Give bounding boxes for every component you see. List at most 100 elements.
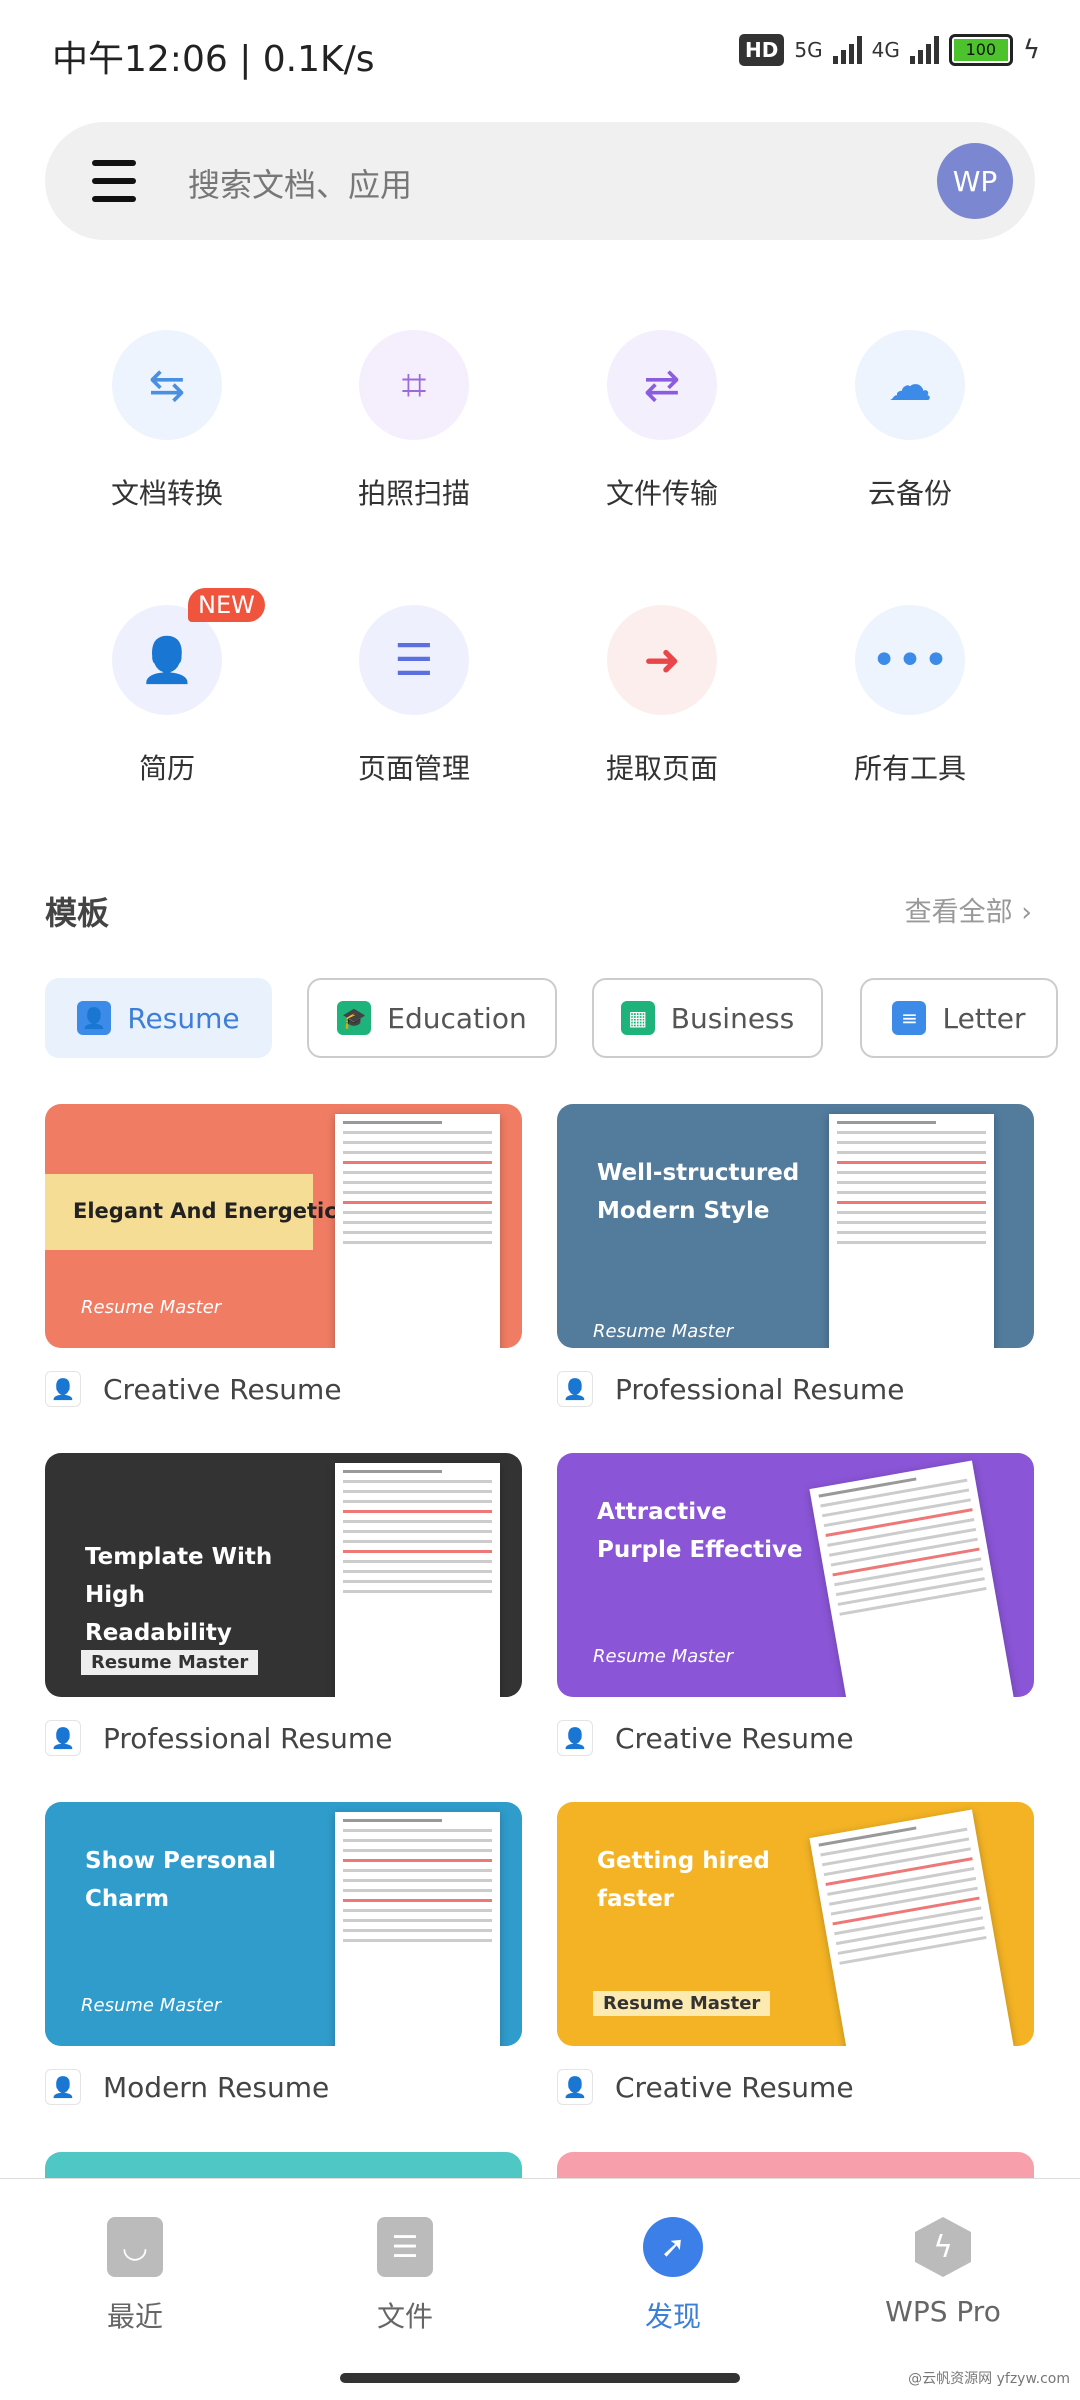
template-name[interactable]: 👤 Modern Resume [45,2069,329,2105]
compass-icon: ➚ [643,2217,703,2277]
search-input[interactable]: 搜索文档、应用 [188,160,412,206]
net-4g: 4G [871,38,900,62]
tool-label: 提取页面 [605,752,718,785]
tool-label: 文档转换 [110,477,223,510]
card-headline: Well-structured Modern Style [597,1160,800,1224]
menu-icon[interactable] [92,160,136,214]
resume-preview [335,1114,500,1348]
template-name-label: Creative Resume [103,1372,342,1406]
new-badge: NEW [188,588,265,622]
template-card[interactable]: Well-structured Modern Style Resume Maste… [557,1104,1034,1348]
card-headline: Elegant And Energetic [73,1199,337,1223]
battery-icon: 100 [948,34,1013,66]
card-brand: Resume Master [593,1991,771,2016]
hd-badge: HD [739,34,785,66]
nav-wps-pro[interactable]: ϟ WPS Pro [843,2217,1043,2328]
card-brand: Resume Master [81,1297,222,1318]
tool-extract-page[interactable]: ➜ 提取页面 [562,605,762,787]
user-icon: 👤 [557,2069,593,2105]
resume-preview [809,1460,1014,1697]
extract-page-icon: ➜ [607,605,717,715]
tool-scan[interactable]: ⌗ 拍照扫描 [314,330,514,512]
nav-discover[interactable]: ➚ 发现 [573,2217,773,2335]
chip-business[interactable]: ▦ Business [592,978,823,1058]
template-name[interactable]: 👤 Creative Resume [557,2069,854,2105]
template-name-label: Professional Resume [615,1372,905,1406]
user-icon: 👤 [45,1371,81,1407]
template-name[interactable]: 👤 Professional Resume [45,1720,392,1756]
user-icon: 👤 [45,2069,81,2105]
card-brand: Resume Master [593,1646,734,1667]
tool-transfer[interactable]: ⇄ 文件传输 [562,330,762,512]
chevron-right-icon: › [1021,897,1032,928]
template-name-label: Modern Resume [103,2070,330,2104]
chip-label: Resume [127,1001,240,1035]
tool-label: 云备份 [867,477,952,510]
card-headline: Attractive Purple Effective [597,1499,803,1563]
nav-recent[interactable]: ◡ 最近 [35,2217,235,2335]
chip-label: Education [387,1001,527,1035]
signal-icon [832,36,862,64]
card-headline: Show Personal Charm [85,1848,277,1912]
template-name-label: Creative Resume [615,1721,854,1755]
tool-page-manage[interactable]: ☰ 页面管理 [314,605,514,787]
lightning-icon: ϟ [915,2217,971,2277]
building-icon: ▦ [620,1001,655,1035]
graduation-cap-icon: 🎓 [337,1001,372,1035]
cloud-icon: ☁ [855,330,965,440]
chip-resume[interactable]: 👤 Resume [45,978,272,1058]
card-headline: Template With High Readability [85,1544,273,1646]
nav-label: 发现 [644,2300,701,2333]
view-all-link[interactable]: 查看全部 › [905,890,1032,929]
recent-icon: ◡ [107,2217,163,2277]
card-brand: Resume Master [593,1321,734,1342]
document-icon: ≡ [892,1001,927,1035]
nav-label: 文件 [376,2300,433,2333]
signal-icon [909,36,939,64]
person-icon: 👤 [77,1001,112,1035]
tool-file-convert[interactable]: ⇆ 文档转换 [67,330,267,512]
user-icon: 👤 [557,1371,593,1407]
search-bar[interactable]: 搜索文档、应用 WP [45,122,1035,240]
chip-label: Letter [942,1001,1026,1035]
files-icon: ☰ [377,2217,433,2277]
template-card[interactable]: Show Personal Charm Resume Master [45,1802,522,2046]
tool-label: 文件传输 [605,477,718,510]
scan-icon: ⌗ [359,330,469,440]
template-name[interactable]: 👤 Professional Resume [557,1371,904,1407]
template-name[interactable]: 👤 Creative Resume [45,1371,342,1407]
template-card[interactable]: Attractive Purple Effective Resume Master [557,1453,1034,1697]
tool-label: 页面管理 [357,752,470,785]
chip-letter[interactable]: ≡ Letter [860,978,1058,1058]
chip-label: Business [670,1001,795,1035]
card-brand: Resume Master [81,1995,222,2016]
tool-resume[interactable]: 👤 简历 [67,605,267,787]
user-icon: 👤 [45,1720,81,1756]
bottom-nav: ◡ 最近 ☰ 文件 ➚ 发现 ϟ WPS Pro [0,2178,1080,2400]
status-icons: HD 5G 4G 100 ϟ [739,34,1040,66]
resume-preview [809,1809,1014,2046]
status-time: 中午12:06 | 0.1K/s [52,39,375,80]
more-icon: ••• [855,605,965,715]
template-card[interactable]: Getting hired faster Resume Master [557,1802,1034,2046]
nav-label: WPS Pro [885,2295,1001,2328]
avatar[interactable]: WP [937,143,1013,219]
net-5g: 5G [794,38,823,62]
battery-level: 100 [953,39,1008,61]
nav-label: 最近 [106,2300,163,2333]
tool-more[interactable]: ••• 所有工具 [810,605,1010,787]
nav-files[interactable]: ☰ 文件 [305,2217,505,2335]
resume-preview [335,1812,500,2046]
file-convert-icon: ⇆ [112,330,222,440]
home-indicator[interactable] [340,2373,740,2383]
tool-label: 拍照扫描 [357,477,470,510]
page-manage-icon: ☰ [359,605,469,715]
tool-cloud[interactable]: ☁ 云备份 [810,330,1010,512]
chip-education[interactable]: 🎓 Education [307,978,557,1058]
template-card[interactable]: Template With High Readability Resume Mas… [45,1453,522,1697]
template-name-label: Creative Resume [615,2070,854,2104]
template-card[interactable]: Elegant And Energetic Resume Master [45,1104,522,1348]
template-name[interactable]: 👤 Creative Resume [557,1720,854,1756]
tool-label: 简历 [138,752,195,785]
card-brand: Resume Master [81,1650,259,1675]
